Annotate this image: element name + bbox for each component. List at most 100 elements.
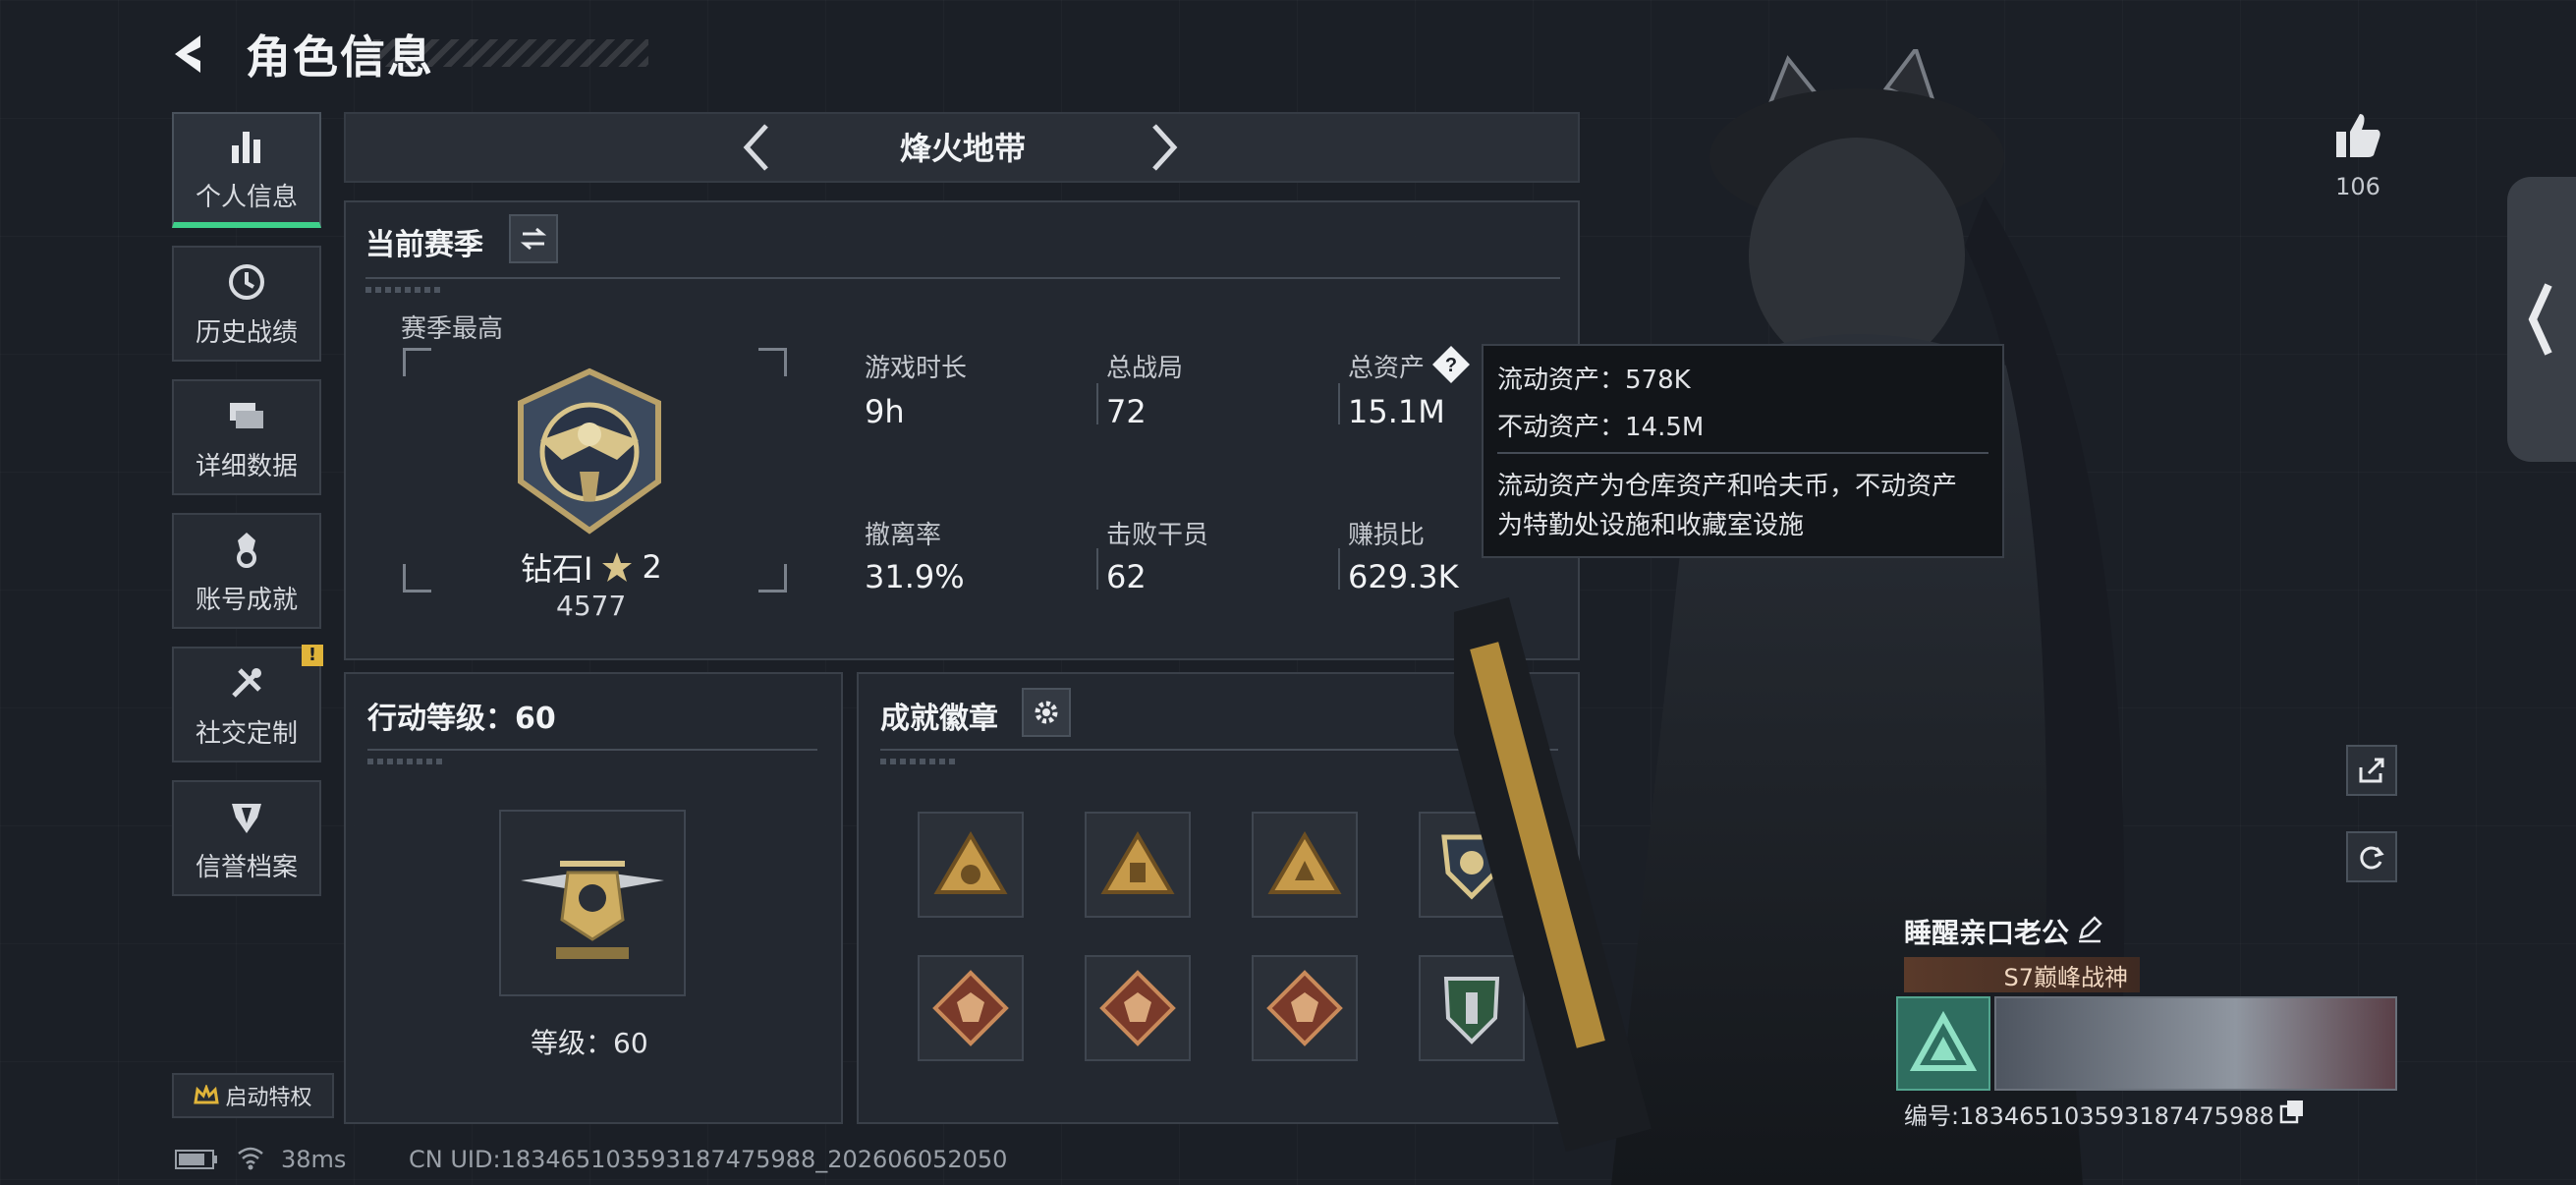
layers-icon bbox=[230, 402, 263, 428]
thumbs-up-icon[interactable] bbox=[2330, 108, 2385, 163]
stat-value: 15.1M bbox=[1348, 393, 1445, 430]
tools-icon bbox=[232, 667, 261, 698]
refresh-icon bbox=[2360, 846, 2384, 870]
chevron-left-icon[interactable] bbox=[737, 118, 776, 177]
assets-tooltip: 流动资产：578K 不动资产：14.5M 流动资产为仓库资产和哈夫币，不动资产 … bbox=[1482, 344, 2004, 558]
frame-corner bbox=[758, 348, 787, 376]
battery-icon bbox=[175, 1150, 217, 1169]
swap-icon bbox=[520, 227, 547, 251]
player-banner-image[interactable] bbox=[1994, 996, 2397, 1091]
tooltip-description-line: 为特勤处设施和收藏室设施 bbox=[1497, 511, 1805, 540]
achievement-badge[interactable] bbox=[1085, 955, 1191, 1061]
share-icon bbox=[2359, 758, 2384, 783]
notification-badge: ! bbox=[302, 645, 323, 666]
divider-marks bbox=[367, 759, 446, 764]
dragon-badge-icon bbox=[932, 970, 1009, 1046]
badge-title: 成就徽章 bbox=[880, 702, 998, 736]
chevron-left-icon bbox=[2528, 283, 2552, 356]
stat-label: 赚损比 bbox=[1348, 521, 1426, 550]
stat-value: 9h bbox=[865, 393, 905, 430]
refresh-button[interactable] bbox=[2346, 831, 2397, 882]
enable-perk-button[interactable]: 启动特权 bbox=[172, 1073, 334, 1118]
level-emblem-frame bbox=[499, 810, 686, 996]
badge-settings-button[interactable] bbox=[1022, 688, 1071, 737]
clock-icon bbox=[229, 263, 264, 300]
nav-label: 详细数据 bbox=[195, 451, 298, 481]
divider-marks bbox=[365, 287, 444, 293]
frame-corner bbox=[403, 348, 431, 376]
stat-separator bbox=[1096, 383, 1098, 424]
chevron-right-icon[interactable] bbox=[1145, 118, 1184, 177]
rank-stars: 2 bbox=[642, 548, 662, 586]
tooltip-liquid-assets: 流动资产：578K bbox=[1497, 366, 1691, 395]
achievement-badge[interactable] bbox=[1252, 955, 1358, 1061]
player-title-badge: S7巅峰战神 bbox=[1904, 957, 2140, 992]
triangle-badge-icon bbox=[1267, 831, 1342, 894]
nav-label: 信誉档案 bbox=[195, 852, 298, 882]
page-title: 角色信息 bbox=[246, 30, 434, 84]
medal-icon bbox=[237, 532, 256, 568]
achievement-badge[interactable] bbox=[918, 955, 1024, 1061]
rank-display: 钻石I 2 bbox=[521, 544, 662, 590]
like-count: 106 bbox=[2335, 173, 2380, 200]
star-icon bbox=[602, 552, 633, 582]
squad-emblem[interactable] bbox=[1896, 996, 1990, 1091]
level-divider bbox=[367, 749, 817, 751]
tooltip-description-line: 流动资产为仓库资产和哈夫币，不动资产 bbox=[1497, 472, 1958, 501]
edit-pencil-icon[interactable] bbox=[2075, 914, 2104, 943]
copy-icon[interactable] bbox=[2279, 1099, 2305, 1124]
nav-credit-record[interactable]: 信誉档案 bbox=[172, 780, 321, 896]
nav-match-history[interactable]: 历史战绩 bbox=[172, 246, 321, 362]
shield-icon bbox=[232, 803, 261, 833]
frame-corner bbox=[403, 564, 431, 592]
nav-account-achievements[interactable]: 账号成就 bbox=[172, 513, 321, 629]
achievement-badge[interactable] bbox=[1085, 812, 1191, 918]
stat-separator bbox=[1096, 548, 1098, 590]
stat-value: 62 bbox=[1106, 558, 1147, 595]
share-button[interactable] bbox=[2346, 745, 2397, 796]
rank-emblem-icon bbox=[518, 367, 661, 535]
level-text: 等级：60 bbox=[531, 1027, 648, 1059]
player-name: 睡醒亲口老公 bbox=[1904, 917, 2070, 949]
nav-label: 个人信息 bbox=[195, 182, 298, 212]
divider-marks bbox=[880, 759, 959, 764]
wifi-icon bbox=[238, 1147, 263, 1170]
nav-label: 社交定制 bbox=[195, 718, 298, 749]
level-title: 行动等级：60 bbox=[367, 702, 556, 736]
bar-chart-icon bbox=[232, 131, 260, 163]
mode-title: 烽火地带 bbox=[899, 130, 1026, 167]
stat-label: 击败干员 bbox=[1106, 521, 1209, 550]
nav-label: 历史战绩 bbox=[195, 317, 298, 348]
triangle-badge-icon bbox=[933, 831, 1008, 894]
achievement-badge[interactable] bbox=[918, 812, 1024, 918]
stat-separator bbox=[1338, 383, 1340, 424]
player-title-text: S7巅峰战神 bbox=[2003, 963, 2128, 991]
achievement-badge[interactable] bbox=[1252, 812, 1358, 918]
dragon-badge-icon bbox=[1099, 970, 1176, 1046]
stat-separator bbox=[1338, 548, 1340, 590]
helicopter-emblem-icon bbox=[521, 861, 664, 959]
season-switch-button[interactable] bbox=[509, 214, 558, 263]
side-panel-tab[interactable] bbox=[2507, 177, 2576, 462]
nav-social-customize[interactable]: 社交定制 ! bbox=[172, 645, 323, 762]
tooltip-fixed-assets: 不动资产：14.5M bbox=[1497, 413, 1705, 442]
back-arrow-icon[interactable] bbox=[167, 29, 216, 79]
ping-value: 38ms bbox=[281, 1146, 347, 1173]
nav-label: 账号成就 bbox=[195, 585, 298, 615]
stat-label: 总资产 bbox=[1348, 354, 1426, 383]
rank-score: 4577 bbox=[556, 590, 627, 622]
enable-perk-label: 启动特权 bbox=[225, 1086, 312, 1110]
stat-value: 72 bbox=[1106, 393, 1147, 430]
dragon-badge-icon bbox=[1266, 970, 1343, 1046]
stat-label: 游戏时长 bbox=[865, 354, 968, 383]
season-title: 当前赛季 bbox=[365, 228, 483, 262]
season-divider bbox=[365, 277, 1560, 279]
nav-personal-info[interactable]: 个人信息 bbox=[172, 112, 321, 228]
stat-label: 总战局 bbox=[1106, 354, 1184, 383]
triangle-emblem-icon bbox=[1909, 1010, 1978, 1071]
triangle-badge-icon bbox=[1100, 831, 1175, 894]
stat-value: 31.9% bbox=[865, 558, 965, 595]
stat-value: 629.3K bbox=[1348, 558, 1459, 595]
nav-detailed-data[interactable]: 详细数据 bbox=[172, 379, 321, 495]
stat-label: 撤离率 bbox=[865, 521, 942, 550]
